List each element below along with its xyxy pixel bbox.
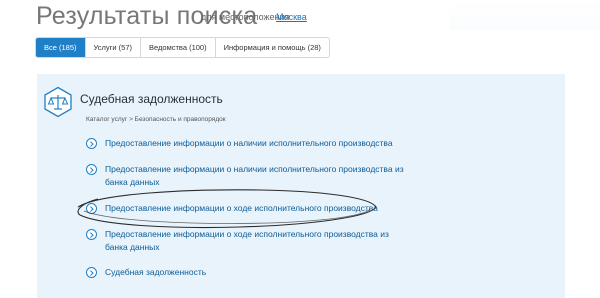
- hand-drawn-circle: [77, 189, 377, 229]
- filter-tabs: Все (185) Услуги (57) Ведомства (100) Ин…: [35, 37, 330, 58]
- result-item[interactable]: Предоставление информации о наличии испо…: [86, 137, 465, 150]
- chevron-right-icon: [86, 164, 97, 175]
- result-item[interactable]: Судебная задолженность: [86, 266, 410, 279]
- result-item-label[interactable]: Судебная задолженность: [105, 266, 410, 279]
- tab-departments[interactable]: Ведомства (100): [140, 38, 215, 57]
- header-decoration: [450, 0, 600, 30]
- chevron-right-icon: [86, 138, 97, 149]
- tab-all[interactable]: Все (185): [36, 38, 85, 57]
- breadcrumb: Каталог услуг > Безопасность и правопоря…: [86, 116, 226, 123]
- tab-services[interactable]: Услуги (57): [84, 38, 141, 57]
- result-item-label[interactable]: Предоставление информации о наличии испо…: [105, 137, 465, 150]
- chevron-right-icon: [86, 267, 97, 278]
- result-title[interactable]: Судебная задолженность: [80, 92, 223, 106]
- location-link[interactable]: Москва: [276, 12, 307, 22]
- tab-info-help[interactable]: Информация и помощь (28): [214, 38, 329, 57]
- scales-icon: [44, 86, 72, 118]
